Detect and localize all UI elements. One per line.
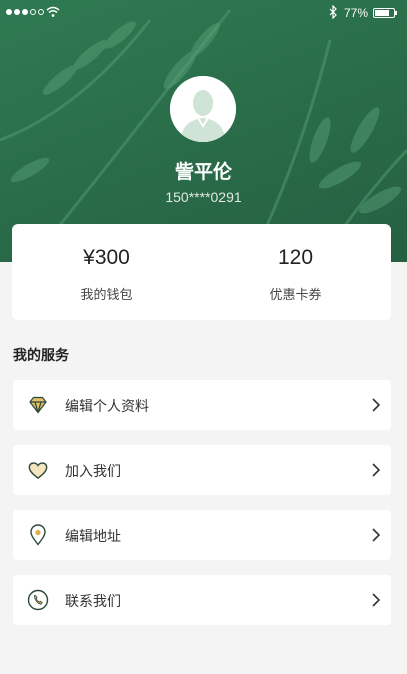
service-label: 编辑地址 <box>65 529 121 545</box>
status-bar: 77% <box>0 0 407 28</box>
signal-strength-icon <box>6 9 44 15</box>
location-pin-icon <box>30 524 46 546</box>
coupons-label: 优惠卡券 <box>269 288 322 303</box>
phone-icon <box>27 589 49 611</box>
stats-card: ¥300 我的钱包 120 优惠卡券 <box>12 224 391 320</box>
avatar[interactable] <box>170 76 236 142</box>
services-title: 我的服务 <box>13 348 69 364</box>
chevron-right-icon <box>372 593 381 607</box>
profile-phone: 150****0291 <box>165 189 242 205</box>
diamond-icon <box>29 396 47 414</box>
wallet-label: 我的钱包 <box>80 288 133 303</box>
avatar-person-icon <box>170 76 236 142</box>
coupons-value: 120 <box>277 246 314 269</box>
wifi-icon <box>46 6 60 17</box>
profile-header: 77% 訾平伦 150****0291 <box>0 0 407 262</box>
chevron-right-icon <box>372 528 381 542</box>
chevron-right-icon <box>372 463 381 477</box>
service-label: 联系我们 <box>65 594 121 610</box>
service-item-edit-address[interactable]: 编辑地址 <box>13 510 391 560</box>
service-item-contact-us[interactable]: 联系我们 <box>13 575 391 625</box>
battery-icon <box>373 8 397 18</box>
coupons-stat[interactable]: 120 优惠卡券 <box>201 224 390 320</box>
wallet-stat[interactable]: ¥300 我的钱包 <box>12 224 201 320</box>
profile-name: 訾平伦 <box>174 161 232 183</box>
service-label: 加入我们 <box>65 464 121 480</box>
service-item-join-us[interactable]: 加入我们 <box>13 445 391 495</box>
bluetooth-icon <box>329 5 337 19</box>
service-item-edit-profile[interactable]: 编辑个人资料 <box>13 380 391 430</box>
heart-icon <box>28 462 48 479</box>
battery-percent: 77% <box>344 6 369 20</box>
chevron-right-icon <box>372 398 381 412</box>
wallet-value: ¥300 <box>83 246 130 269</box>
service-label: 编辑个人资料 <box>65 399 149 415</box>
